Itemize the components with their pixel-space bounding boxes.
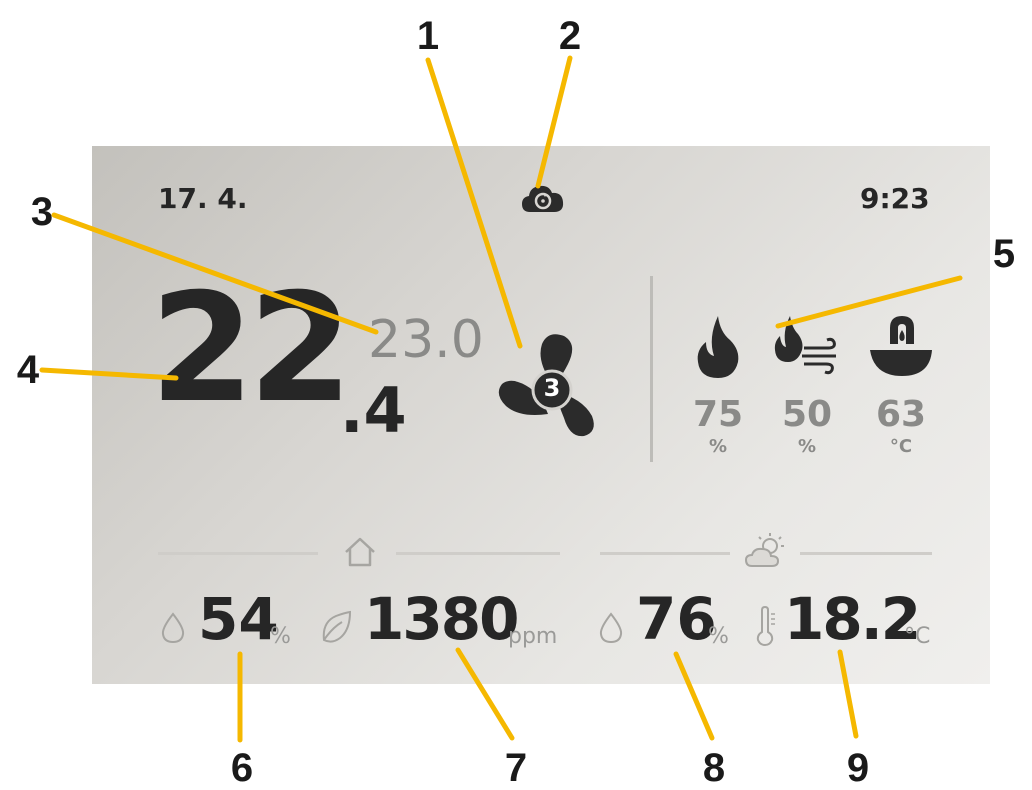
- hot-water-indicator: 63 °C: [866, 314, 936, 460]
- target-temperature[interactable]: 23.0: [368, 314, 484, 366]
- cloud-sync-icon[interactable]: [520, 182, 566, 216]
- callout-2: 2: [558, 14, 582, 58]
- droplet-icon: [161, 612, 185, 644]
- callout-8: 8: [702, 746, 726, 790]
- fan-speed: 3: [543, 374, 561, 402]
- water-value: 63: [875, 394, 927, 435]
- current-temperature-decimal: .4: [340, 374, 407, 447]
- leaf-icon: [322, 610, 352, 643]
- water-unit: °C: [889, 436, 913, 457]
- indoor-humidity-unit: %: [270, 624, 291, 649]
- date-label: 17. 4.: [158, 182, 248, 215]
- co2-icon: [320, 610, 352, 644]
- indoor-humidity-icon: [160, 612, 186, 644]
- flame-air-icon: [774, 316, 836, 375]
- outdoor-divider-right: [800, 552, 932, 555]
- callout-5: 5: [992, 232, 1016, 276]
- indoor-humidity-value: 54: [198, 585, 279, 653]
- flame-value: 75: [692, 394, 744, 435]
- outdoor-humidity-unit: %: [708, 624, 729, 649]
- outdoor-temperature-value: 18.2: [784, 585, 921, 653]
- indoor-divider-left: [158, 552, 318, 555]
- callout-6: 6: [230, 746, 254, 790]
- co2-unit: ppm: [508, 624, 558, 649]
- outdoor-humidity-icon: [598, 612, 624, 644]
- air-value: 50: [781, 394, 833, 435]
- outdoor-humidity-value: 76: [636, 585, 717, 653]
- outdoor-temperature-icon: [754, 605, 778, 647]
- heating-air-indicator: 50 %: [772, 314, 842, 460]
- fan-button[interactable]: 3: [492, 332, 612, 442]
- callout-4: 4: [16, 348, 40, 392]
- sun-cloud-icon: [744, 532, 786, 570]
- thermostat-screen: 17. 4. 9:23 22 .4 23.0 3 75 % 50 % 63 °C…: [92, 146, 990, 684]
- outdoor-temperature-unit: °C: [904, 624, 931, 649]
- flame-unit: %: [708, 436, 728, 457]
- current-temperature-whole: 22: [150, 262, 353, 436]
- house-icon: [342, 536, 378, 568]
- callout-7: 7: [504, 746, 528, 790]
- flame-icon: [697, 316, 739, 378]
- hot-water-tap-icon: [870, 316, 932, 376]
- callout-9: 9: [846, 746, 870, 790]
- callout-3: 3: [30, 190, 54, 234]
- thermometer-icon: [756, 605, 775, 647]
- indoor-divider-right: [396, 552, 560, 555]
- co2-value: 1380: [364, 585, 519, 653]
- heating-flame-indicator: 75 %: [690, 314, 746, 460]
- callout-1: 1: [416, 14, 440, 58]
- time-label: 9:23: [860, 182, 930, 215]
- air-unit: %: [797, 436, 817, 457]
- divider-vertical: [650, 276, 653, 462]
- droplet-icon: [599, 612, 623, 644]
- outdoor-divider-left: [600, 552, 730, 555]
